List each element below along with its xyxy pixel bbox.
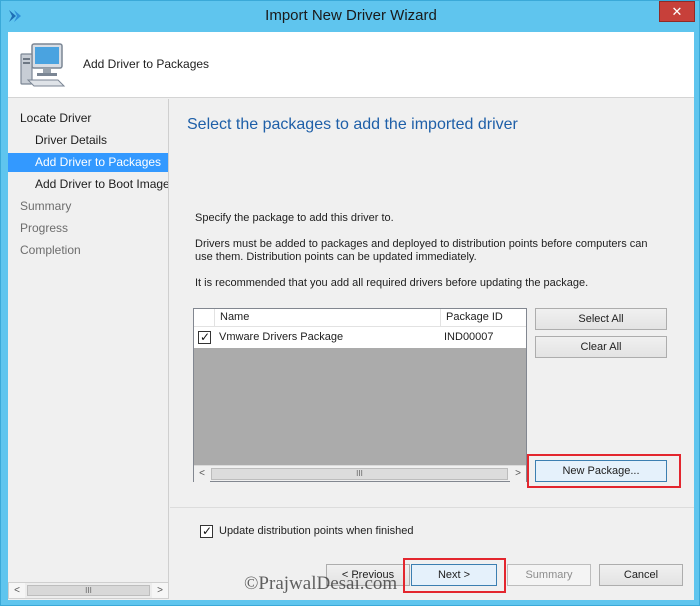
package-checkbox[interactable]: ✓	[198, 330, 211, 344]
distribution-info-text: Drivers must be added to packages and de…	[195, 238, 648, 263]
package-id-cell: IND00007	[444, 331, 494, 343]
checkbox-column-header	[194, 309, 214, 326]
nav-item-summary[interactable]: Summary	[8, 197, 168, 216]
scroll-right-arrow-icon[interactable]: >	[510, 466, 526, 482]
scroll-right-arrow-icon[interactable]: >	[152, 583, 168, 598]
nav-item-locate-driver[interactable]: Locate Driver	[8, 109, 168, 128]
cancel-button[interactable]: Cancel	[599, 564, 683, 586]
instruction-text: Specify the package to add this driver t…	[195, 212, 394, 224]
nav-item-completion[interactable]: Completion	[8, 241, 168, 260]
nav-horizontal-scrollbar[interactable]: < III >	[8, 582, 169, 599]
clear-all-button[interactable]: Clear All	[535, 336, 667, 358]
scroll-thumb[interactable]: III	[211, 468, 508, 480]
table-row[interactable]: ✓ Vmware Drivers Package IND00007	[194, 327, 526, 348]
packages-list[interactable]: Name Package ID ✓ Vmware Drivers Package…	[193, 308, 527, 482]
scroll-left-arrow-icon[interactable]: <	[9, 583, 25, 598]
column-header-name[interactable]: Name	[214, 309, 440, 326]
scroll-left-arrow-icon[interactable]: <	[194, 466, 210, 482]
wizard-page: Select the packages to add the imported …	[170, 99, 694, 593]
next-button[interactable]: Next >	[411, 564, 497, 586]
close-icon: ✕	[671, 4, 683, 19]
window-title: Import New Driver Wizard	[265, 7, 437, 24]
scroll-thumb[interactable]: III	[27, 585, 150, 596]
update-distribution-points-label: Update distribution points when finished	[219, 525, 414, 537]
close-button[interactable]: ✕	[659, 1, 695, 22]
nav-item-progress[interactable]: Progress	[8, 219, 168, 238]
column-header-package-id[interactable]: Package ID	[440, 309, 526, 326]
wizard-step-list: Locate Driver Driver Details Add Driver …	[8, 99, 169, 583]
new-package-button[interactable]: New Package...	[535, 460, 667, 482]
footer-divider	[170, 507, 694, 508]
nav-item-add-driver-to-packages[interactable]: Add Driver to Packages	[8, 153, 168, 172]
packages-horizontal-scrollbar[interactable]: < III >	[194, 465, 526, 482]
recommendation-text: It is recommended that you add all requi…	[195, 277, 589, 289]
wizard-window: Import New Driver Wizard ✕ Add Driver to…	[0, 0, 700, 606]
wizard-client-area: Add Driver to Packages Locate Driver Dri…	[8, 32, 694, 600]
select-all-button[interactable]: Select All	[535, 308, 667, 330]
header-step-title: Add Driver to Packages	[83, 57, 210, 71]
checkmark-icon: ✓	[202, 524, 213, 538]
wizard-header: Add Driver to Packages	[8, 32, 694, 98]
title-bar[interactable]: Import New Driver Wizard ✕	[1, 1, 700, 33]
nav-item-add-driver-to-boot-image[interactable]: Add Driver to Boot Image	[8, 175, 168, 194]
packages-list-header: Name Package ID	[194, 309, 526, 327]
summary-button: Summary	[507, 564, 591, 586]
computer-icon	[18, 42, 68, 88]
watermark: ©PrajwalDesai.com	[244, 573, 398, 594]
checkmark-icon: ✓	[200, 330, 211, 344]
nav-item-driver-details[interactable]: Driver Details	[8, 131, 168, 150]
package-name-cell: Vmware Drivers Package	[219, 331, 344, 343]
update-distribution-points-checkbox[interactable]: ✓	[200, 524, 213, 538]
page-title: Select the packages to add the imported …	[187, 116, 518, 133]
